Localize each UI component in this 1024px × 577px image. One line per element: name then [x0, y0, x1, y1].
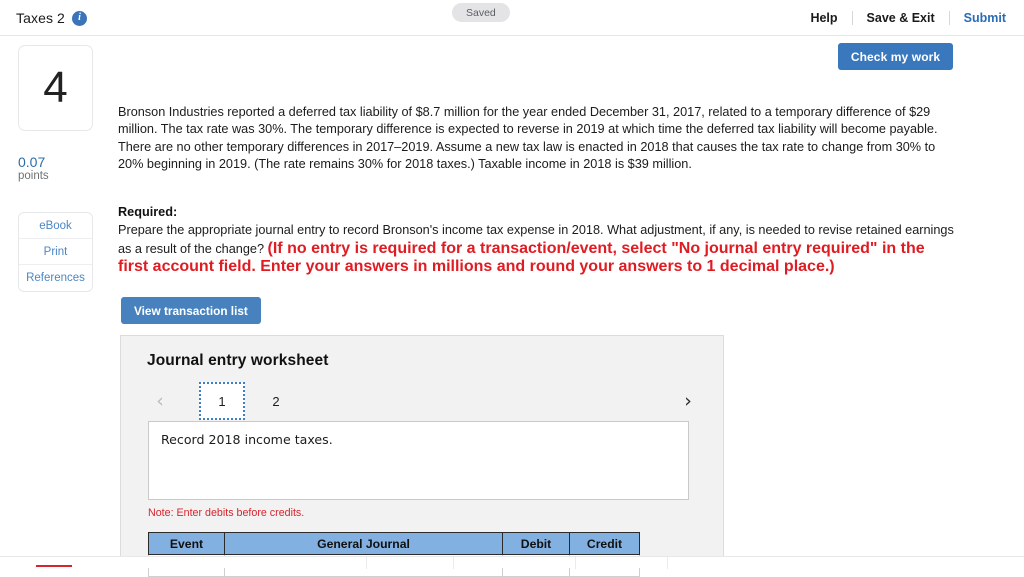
column-header-debit: Debit — [502, 532, 570, 555]
worksheet-pager: ‹ 1 2 › — [147, 382, 699, 420]
points-value: 0.07 — [18, 154, 46, 170]
resource-button-group: eBook Print References — [18, 212, 93, 292]
chevron-right-icon[interactable]: › — [677, 389, 699, 413]
check-my-work-button[interactable]: Check my work — [838, 43, 953, 70]
worksheet-page-tab-1[interactable]: 1 — [199, 382, 245, 420]
sliver-tick — [453, 557, 454, 569]
column-header-general-journal: General Journal — [224, 532, 503, 555]
ebook-button[interactable]: eBook — [19, 213, 92, 239]
view-transaction-list-button[interactable]: View transaction list — [121, 297, 261, 324]
references-button[interactable]: References — [19, 265, 92, 291]
worksheet-description[interactable]: Record 2018 income taxes. — [148, 421, 689, 500]
top-nav: Help Save & Exit Submit — [796, 0, 1006, 36]
required-paragraph: Prepare the appropriate journal entry to… — [118, 221, 958, 276]
question-body: Bronson Industries reported a deferred t… — [118, 105, 938, 171]
brand-area: Taxes 2 i — [16, 0, 87, 36]
print-button[interactable]: Print — [19, 239, 92, 265]
worksheet-page-tab-2[interactable]: 2 — [253, 382, 299, 420]
sliver-tick — [667, 557, 668, 569]
sliver-tick — [366, 557, 367, 569]
status-badge: Saved — [452, 3, 510, 22]
top-bar: Taxes 2 i Saved Help Save & Exit Submit — [0, 0, 1024, 36]
worksheet-note: Note: Enter debits before credits. — [148, 507, 305, 519]
journal-entry-worksheet-panel: Journal entry worksheet ‹ 1 2 › Record 2… — [120, 335, 724, 577]
next-question-sliver — [0, 556, 1024, 569]
page-title: Taxes 2 — [16, 10, 65, 26]
chevron-left-icon[interactable]: ‹ — [149, 389, 171, 413]
column-header-credit: Credit — [569, 532, 640, 555]
journal-entry-table: Event General Journal Debit Credit — [148, 532, 640, 577]
points-label: points — [18, 170, 49, 182]
question-number-box: 4 — [18, 45, 93, 131]
sliver-tick — [575, 557, 576, 569]
question-number: 4 — [43, 63, 68, 112]
help-link[interactable]: Help — [796, 11, 851, 25]
required-label: Required: — [118, 205, 178, 219]
column-header-event: Event — [148, 532, 225, 555]
save-and-exit-link[interactable]: Save & Exit — [853, 11, 949, 25]
info-icon[interactable]: i — [71, 10, 87, 26]
worksheet-title: Journal entry worksheet — [147, 352, 329, 369]
sliver-red-underline — [36, 565, 72, 567]
table-header-row: Event General Journal Debit Credit — [148, 532, 640, 555]
submit-link[interactable]: Submit — [950, 11, 1006, 25]
required-section: Required: Prepare the appropriate journa… — [118, 204, 958, 276]
